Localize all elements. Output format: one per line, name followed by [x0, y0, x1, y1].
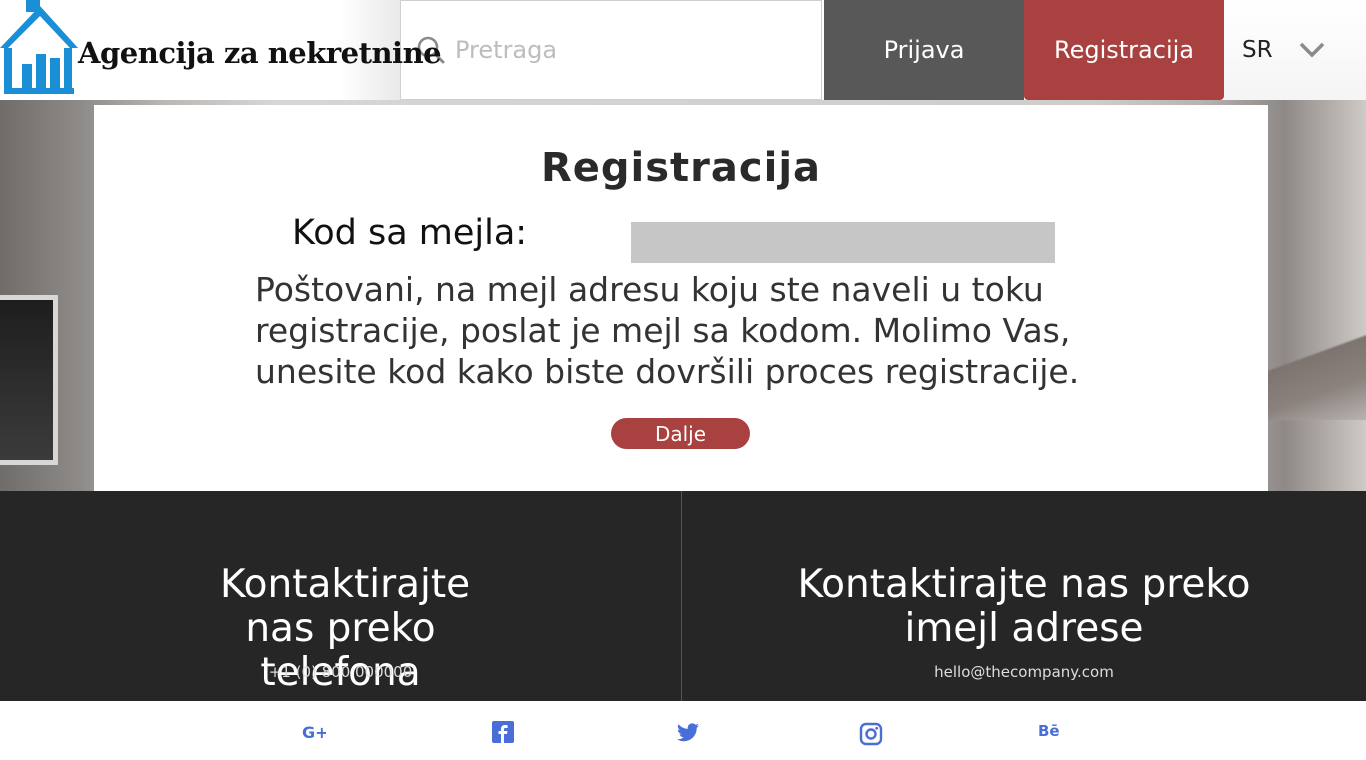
logo[interactable]: Agencija za nekretnine [0, 0, 442, 100]
registration-card: Registracija Kod sa mejla: Poštovani, na… [94, 105, 1268, 491]
language-selector[interactable]: SR [1224, 0, 1366, 100]
instagram-icon[interactable] [859, 722, 883, 746]
svg-text:G+: G+ [302, 723, 326, 742]
twitter-icon[interactable] [676, 720, 700, 744]
facebook-icon[interactable] [491, 720, 515, 744]
next-button[interactable]: Dalje [611, 418, 750, 449]
svg-text:Bē: Bē [1038, 722, 1060, 740]
search-input[interactable] [455, 36, 795, 64]
login-button[interactable]: Prijava [824, 0, 1024, 100]
contact-email: Kontaktirajte nas preko imejl adrese hel… [681, 491, 1366, 701]
google-plus-icon[interactable]: G+ [302, 720, 326, 744]
social-bar: G+ Bē [0, 701, 1366, 760]
instruction-message: Poštovani, na mejl adresu koju ste navel… [255, 270, 1080, 391]
behance-icon[interactable]: Bē [1038, 720, 1062, 744]
page-title: Registracija [540, 145, 822, 191]
contact-email-title: Kontaktirajte nas preko imejl adrese [797, 562, 1251, 651]
house-logo-icon [0, 0, 78, 94]
language-code: SR [1242, 37, 1273, 63]
top-header: Agencija za nekretnine Prijava Registrac… [0, 0, 1366, 100]
email-code-input[interactable] [631, 222, 1055, 263]
code-label: Kod sa mejla: [292, 213, 528, 253]
chevron-down-icon [1299, 42, 1324, 58]
search-box[interactable] [400, 0, 822, 100]
contact-phone: Kontaktirajte nas preko telefona +1 (0) … [0, 491, 681, 701]
register-button[interactable]: Registracija [1024, 0, 1224, 100]
logo-text: Agencija za nekretnine [78, 36, 442, 70]
contact-phone-value[interactable]: +1 (0) 800 000000 [0, 663, 681, 681]
contact-email-value[interactable]: hello@thecompany.com [682, 663, 1366, 681]
contact-section: Kontaktirajte nas preko telefona +1 (0) … [0, 491, 1366, 701]
tv-image [0, 295, 58, 465]
